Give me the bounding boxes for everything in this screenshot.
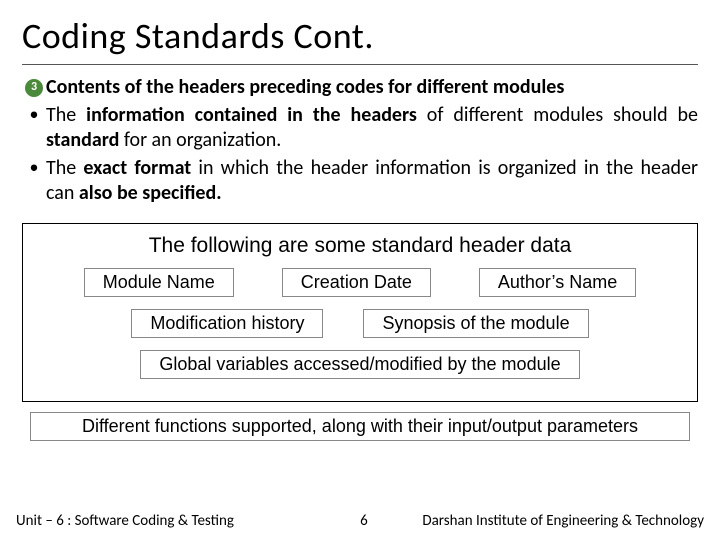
chip-author-name: Author’s Name	[479, 268, 636, 297]
title-divider	[22, 64, 698, 65]
footer-page-number: 6	[334, 512, 394, 530]
chip-row: Modification history Synopsis of the mod…	[35, 309, 685, 338]
chip-global-vars: Global variables accessed/modified by th…	[140, 350, 579, 379]
chip-functions: Different functions supported, along wit…	[30, 412, 690, 441]
bullet-list: 3 Contents of the headers preceding code…	[22, 75, 698, 207]
chip-modification-history: Modification history	[131, 309, 323, 338]
chip-row: Global variables accessed/modified by th…	[35, 350, 685, 379]
bullet-marker: •	[22, 103, 46, 154]
slide-footer: Unit – 6 : Software Coding & Testing 6 D…	[0, 512, 720, 530]
chip-synopsis: Synopsis of the module	[363, 309, 588, 338]
slide-title: Coding Standards Cont.	[22, 14, 698, 58]
bullet-text: Contents of the headers preceding codes …	[46, 75, 698, 101]
bullet-text: The exact format in which the header inf…	[46, 156, 698, 207]
bullet-text: The information contained in the headers…	[46, 103, 698, 154]
bullet-item: • The exact format in which the header i…	[22, 156, 698, 207]
numbered-badge-icon: 3	[22, 75, 46, 101]
footer-institute: Darshan Institute of Engineering & Techn…	[394, 512, 704, 530]
header-data-box: The following are some standard header d…	[22, 223, 698, 402]
chip-row: Module Name Creation Date Author’s Name	[35, 268, 685, 297]
bullet-item: • The information contained in the heade…	[22, 103, 698, 154]
chip-module-name: Module Name	[84, 268, 234, 297]
bullet-marker: •	[22, 156, 46, 207]
chip-creation-date: Creation Date	[282, 268, 431, 297]
box-caption: The following are some standard header d…	[35, 234, 685, 258]
bullet-item: 3 Contents of the headers preceding code…	[22, 75, 698, 101]
footer-unit: Unit – 6 : Software Coding & Testing	[16, 512, 234, 530]
slide: Coding Standards Cont. 3 Contents of the…	[0, 0, 720, 540]
